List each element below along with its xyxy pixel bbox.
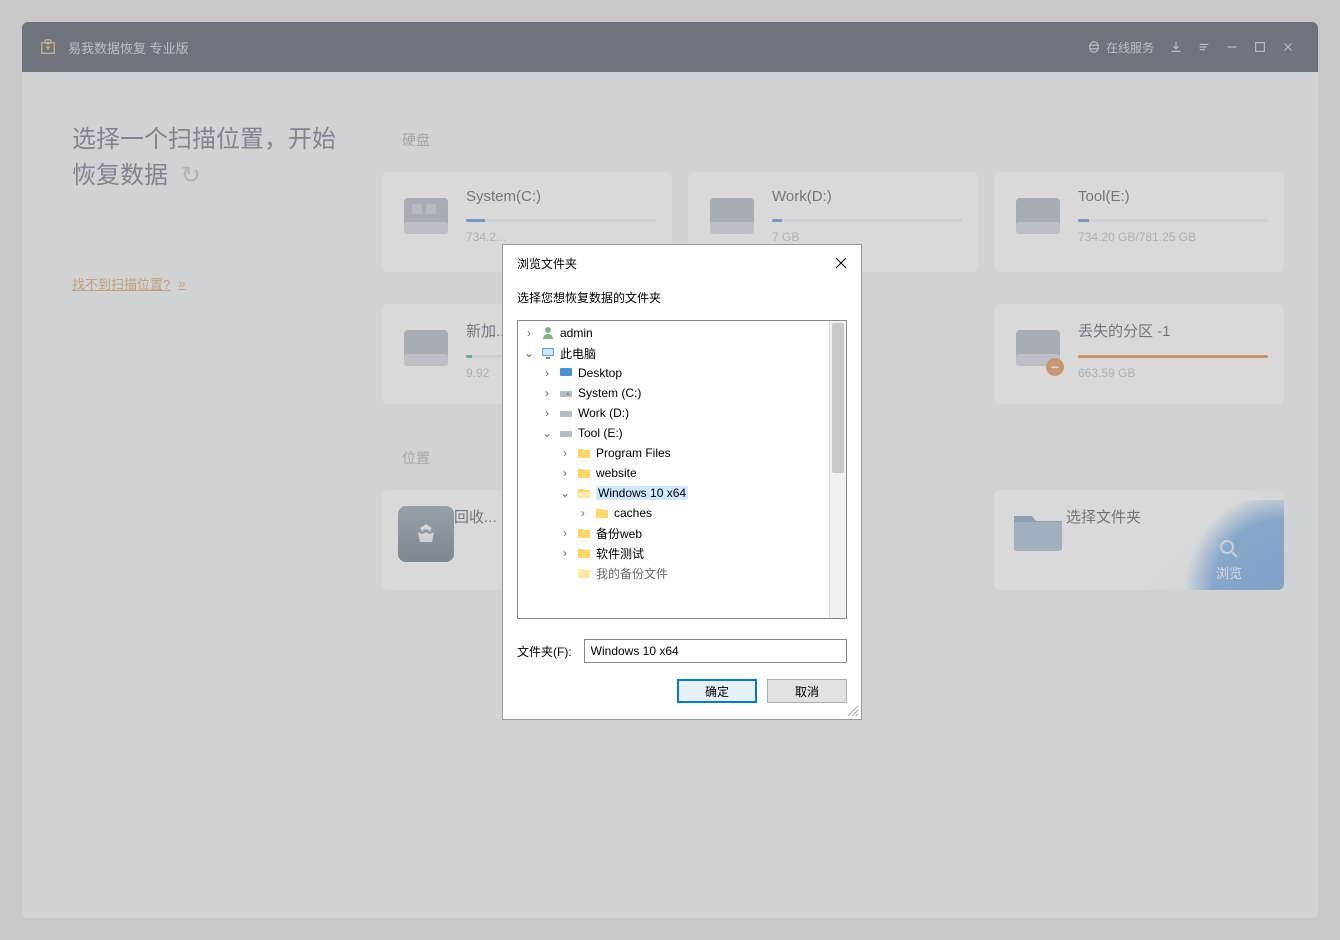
chevron-right-icon[interactable]: › [558, 446, 572, 460]
chevron-right-icon[interactable]: › [558, 546, 572, 560]
tree-item-tool-e[interactable]: ⌄Tool (E:) [518, 423, 846, 443]
tree-item-software-test[interactable]: ›软件测试 [518, 543, 846, 563]
chevron-right-icon[interactable]: › [540, 386, 554, 400]
chevron-right-icon[interactable]: › [540, 406, 554, 420]
tree-item-my-backup[interactable]: 我的备份文件 [518, 563, 846, 583]
tree-item-desktop[interactable]: ›Desktop [518, 363, 846, 383]
tree-item-caches[interactable]: ›caches [518, 503, 846, 523]
app-window: 易我数据恢复 专业版 在线服务 选择一个扫描位置，开始恢复数据 ↻ 找不到扫描位… [22, 22, 1318, 918]
chevron-right-icon[interactable]: › [576, 506, 590, 520]
scrollbar[interactable] [829, 321, 846, 618]
chevron-right-icon[interactable]: › [558, 466, 572, 480]
chevron-down-icon[interactable]: ⌄ [540, 426, 554, 440]
browse-folder-dialog: 浏览文件夹 选择您想恢复数据的文件夹 ›admin ⌄此电脑 ›Desktop … [502, 244, 862, 720]
tree-item-work-d[interactable]: ›Work (D:) [518, 403, 846, 423]
chevron-down-icon[interactable]: ⌄ [558, 486, 572, 500]
folder-field-label: 文件夹(F): [517, 643, 572, 660]
dialog-subtitle: 选择您想恢复数据的文件夹 [503, 279, 861, 320]
ok-button[interactable]: 确定 [677, 679, 757, 703]
close-icon[interactable] [831, 253, 851, 273]
tree-item-win10[interactable]: ⌄Windows 10 x64 [518, 483, 846, 503]
folder-tree: ›admin ⌄此电脑 ›Desktop ›System (C:) ›Work … [517, 320, 847, 619]
chevron-right-icon[interactable]: › [558, 526, 572, 540]
tree-item-this-pc[interactable]: ⌄此电脑 [518, 343, 846, 363]
chevron-down-icon[interactable]: ⌄ [522, 346, 536, 360]
resize-grip-icon[interactable] [845, 703, 859, 717]
tree-item-admin[interactable]: ›admin [518, 323, 846, 343]
tree-item-backup-web[interactable]: ›备份web [518, 523, 846, 543]
dialog-title: 浏览文件夹 [517, 255, 577, 272]
cancel-button[interactable]: 取消 [767, 679, 847, 703]
chevron-right-icon[interactable]: › [522, 326, 536, 340]
tree-item-website[interactable]: ›website [518, 463, 846, 483]
tree-item-system-c[interactable]: ›System (C:) [518, 383, 846, 403]
chevron-right-icon[interactable]: › [540, 366, 554, 380]
tree-item-program-files[interactable]: ›Program Files [518, 443, 846, 463]
folder-input[interactable] [584, 639, 847, 663]
scrollbar-thumb[interactable] [832, 323, 844, 473]
